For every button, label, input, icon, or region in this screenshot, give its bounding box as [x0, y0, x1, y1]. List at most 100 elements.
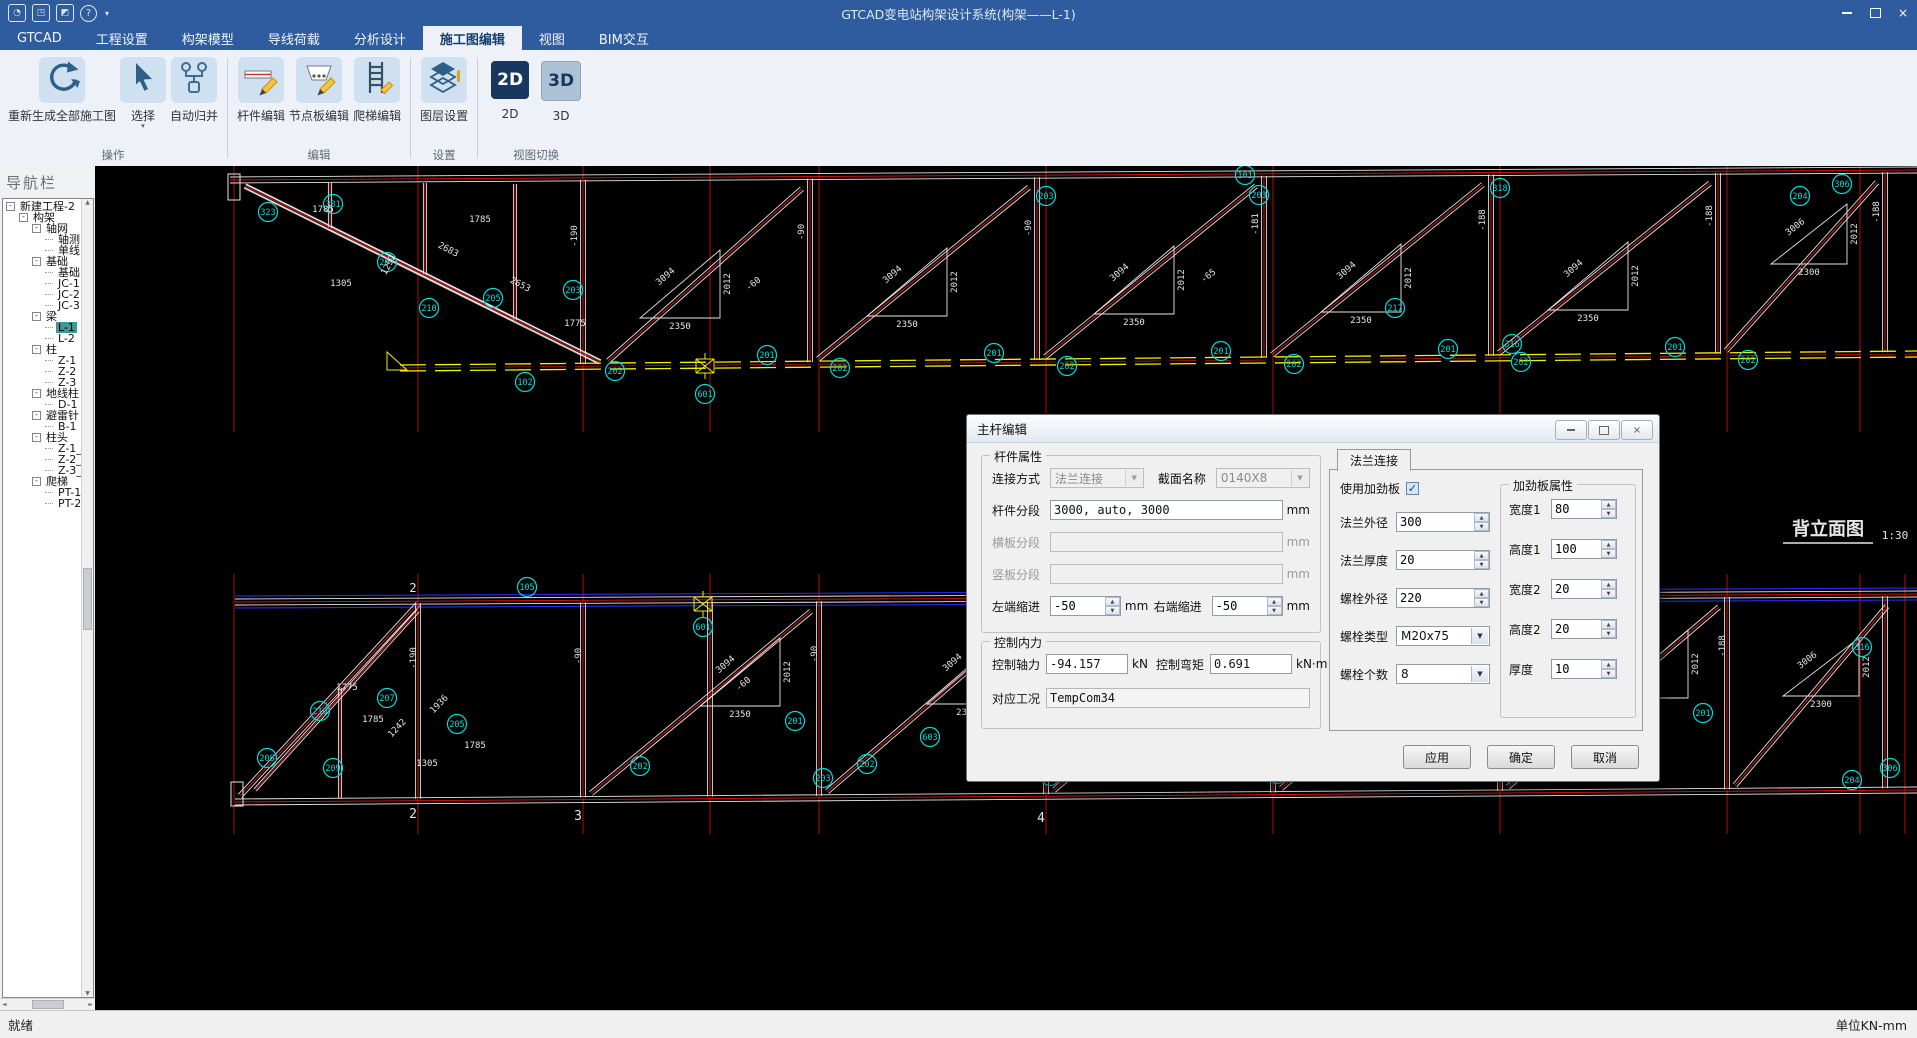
flange-od-stepper[interactable]: ▲▼: [1396, 512, 1490, 532]
svg-text:203: 203: [1038, 192, 1053, 202]
dialog-minimize-button[interactable]: [1555, 420, 1587, 440]
svg-text:2012: 2012: [1862, 656, 1872, 678]
menu-tab-视图[interactable]: 视图: [522, 26, 582, 50]
tree-horizontal-scrollbar[interactable]: ◄►: [0, 998, 95, 1010]
svg-text:203: 203: [565, 286, 580, 296]
svg-text:316: 316: [1854, 643, 1869, 653]
member-edit-button[interactable]: 杆件编辑: [237, 57, 285, 146]
menu-tab-工程设置[interactable]: 工程设置: [79, 26, 165, 50]
ribbon-group-operate: 重新生成全部施工图 选择 ▾ 自动归并 操作: [0, 50, 226, 166]
svg-text:3094: 3094: [881, 264, 904, 286]
tree-vertical-scrollbar[interactable]: ▲▼: [81, 199, 93, 997]
select-dropdown-icon[interactable]: ▾: [141, 124, 145, 129]
cursor-icon: [123, 58, 163, 102]
qat-dropdown-icon[interactable]: ▾: [105, 9, 109, 18]
svg-text:2350: 2350: [896, 320, 918, 330]
auto-merge-button[interactable]: 自动归并: [170, 57, 218, 146]
bolt-circle-stepper[interactable]: ▲▼: [1396, 588, 1490, 608]
project-tree-panel: -新建工程-2-构架-轴网轴测单线-基础基础JC-1JC-2JC-3-梁L-1L…: [2, 198, 94, 998]
dialog-maximize-button[interactable]: [1588, 420, 1620, 440]
qat-window-icon[interactable]: ◳: [32, 4, 50, 22]
status-bar: 就绪 单位KN-mm: [0, 1010, 1917, 1038]
connect-mode-label: 连接方式: [992, 470, 1050, 487]
status-unit: 单位KN-mm: [1836, 1015, 1917, 1034]
svg-text:207: 207: [379, 694, 394, 704]
width2-stepper[interactable]: ▲▼: [1551, 579, 1617, 599]
tree-item-单线[interactable]: 单线: [3, 245, 82, 256]
regenerate-all-drawings-button[interactable]: 重新生成全部施工图: [8, 57, 116, 146]
connect-mode-combo[interactable]: 法兰连接▼: [1050, 468, 1144, 488]
menu-tab-分析设计[interactable]: 分析设计: [337, 26, 423, 50]
svg-text:2: 2: [409, 807, 417, 822]
bolt-count-combo[interactable]: 8▼: [1396, 664, 1490, 684]
svg-text:210: 210: [421, 304, 436, 314]
svg-text:208: 208: [259, 754, 274, 764]
tree-item-PT-2[interactable]: PT-2: [3, 498, 82, 509]
dialog-close-icon[interactable]: ×: [1621, 420, 1653, 440]
svg-text:202: 202: [859, 760, 874, 770]
svg-text:2012: 2012: [1631, 265, 1641, 287]
right-inset-stepper[interactable]: ▲▼: [1212, 596, 1283, 616]
tree-item-L-2[interactable]: L-2: [3, 333, 82, 344]
tree-item-Z-3_1[interactable]: Z-3_1: [3, 465, 82, 476]
section-name-label: 截面名称: [1158, 470, 1216, 487]
select-button[interactable]: 选择 ▾: [120, 57, 166, 146]
ribbon-separator: [410, 58, 411, 158]
knm-unit: kN·m: [1292, 657, 1327, 671]
member-properties-legend: 杆件属性: [990, 448, 1046, 465]
segment-input[interactable]: [1050, 500, 1283, 520]
svg-text:3094: 3094: [1108, 262, 1131, 284]
auto-merge-icon: [174, 58, 214, 102]
svg-text:3006: 3006: [1796, 650, 1819, 671]
axial-force-input[interactable]: [1046, 654, 1128, 674]
flange-thickness-stepper[interactable]: ▲▼: [1396, 550, 1490, 570]
svg-text:2012: 2012: [1404, 267, 1414, 289]
chevron-down-icon: ▼: [1291, 470, 1308, 486]
view-3d-button[interactable]: 3D 3D: [537, 57, 585, 146]
tree-item-JC-3[interactable]: JC-3: [3, 300, 82, 311]
svg-text:201: 201: [1695, 709, 1710, 719]
minimize-button[interactable]: [1833, 0, 1861, 26]
left-inset-stepper[interactable]: ▲▼: [1050, 596, 1121, 616]
menu-tab-GTCAD[interactable]: GTCAD: [0, 26, 79, 50]
gusset-plate-edit-button[interactable]: 节点板编辑: [289, 57, 349, 146]
section-name-combo[interactable]: 0140X8▼: [1216, 468, 1310, 488]
width1-stepper[interactable]: ▲▼: [1551, 499, 1617, 519]
menu-tab-导线荷载[interactable]: 导线荷载: [251, 26, 337, 50]
moment-input[interactable]: [1210, 654, 1292, 674]
tab-flange-connection[interactable]: 法兰连接: [1337, 449, 1411, 471]
ribbon-group-label-viewswitch: 视图切换: [483, 146, 589, 166]
tree-item-B-1[interactable]: B-1: [3, 421, 82, 432]
help-icon[interactable]: ?: [80, 5, 97, 22]
bolt-type-combo[interactable]: M20x75▼: [1396, 626, 1490, 646]
vplate-input: [1050, 564, 1283, 584]
qat-tool-icon[interactable]: ◩: [56, 4, 74, 22]
quick-access-toolbar: ◔ ◳ ◩ ? ▾: [0, 4, 109, 22]
mm-unit: mm: [1283, 503, 1310, 517]
view-2d-button[interactable]: 2D 2D: [487, 57, 533, 146]
ok-button[interactable]: 确定: [1487, 745, 1555, 769]
height1-stepper[interactable]: ▲▼: [1551, 539, 1617, 559]
flange-thickness-label: 法兰厚度: [1340, 552, 1396, 569]
menu-tab-施工图编辑[interactable]: 施工图编辑: [423, 26, 522, 50]
close-button[interactable]: ×: [1889, 0, 1917, 26]
menu-tabbar: GTCAD工程设置构架模型导线荷载分析设计施工图编辑视图BIM交互: [0, 26, 1917, 50]
use-stiffener-checkbox[interactable]: ✓: [1406, 482, 1419, 495]
ladder-edit-button[interactable]: 爬梯编辑: [353, 57, 401, 146]
cancel-button[interactable]: 取消: [1571, 745, 1639, 769]
thickness-stepper[interactable]: ▲▼: [1551, 659, 1617, 679]
svg-text:3094: 3094: [941, 652, 964, 674]
layer-settings-button[interactable]: 图层设置: [420, 57, 468, 146]
maximize-button[interactable]: [1861, 0, 1889, 26]
svg-text:323: 323: [260, 208, 275, 218]
tree-item-构架[interactable]: -构架: [3, 212, 82, 223]
load-case-label: 对应工况: [992, 690, 1046, 707]
qat-app-icon[interactable]: ◔: [8, 4, 26, 22]
dialog-titlebar[interactable]: 主杆编辑 ×: [967, 415, 1659, 443]
svg-text:204: 204: [1844, 776, 1859, 786]
menu-tab-BIM交互[interactable]: BIM交互: [582, 26, 666, 50]
apply-button[interactable]: 应用: [1403, 745, 1471, 769]
moment-label: 控制弯矩: [1156, 656, 1210, 673]
height2-stepper[interactable]: ▲▼: [1551, 619, 1617, 639]
menu-tab-构架模型[interactable]: 构架模型: [165, 26, 251, 50]
